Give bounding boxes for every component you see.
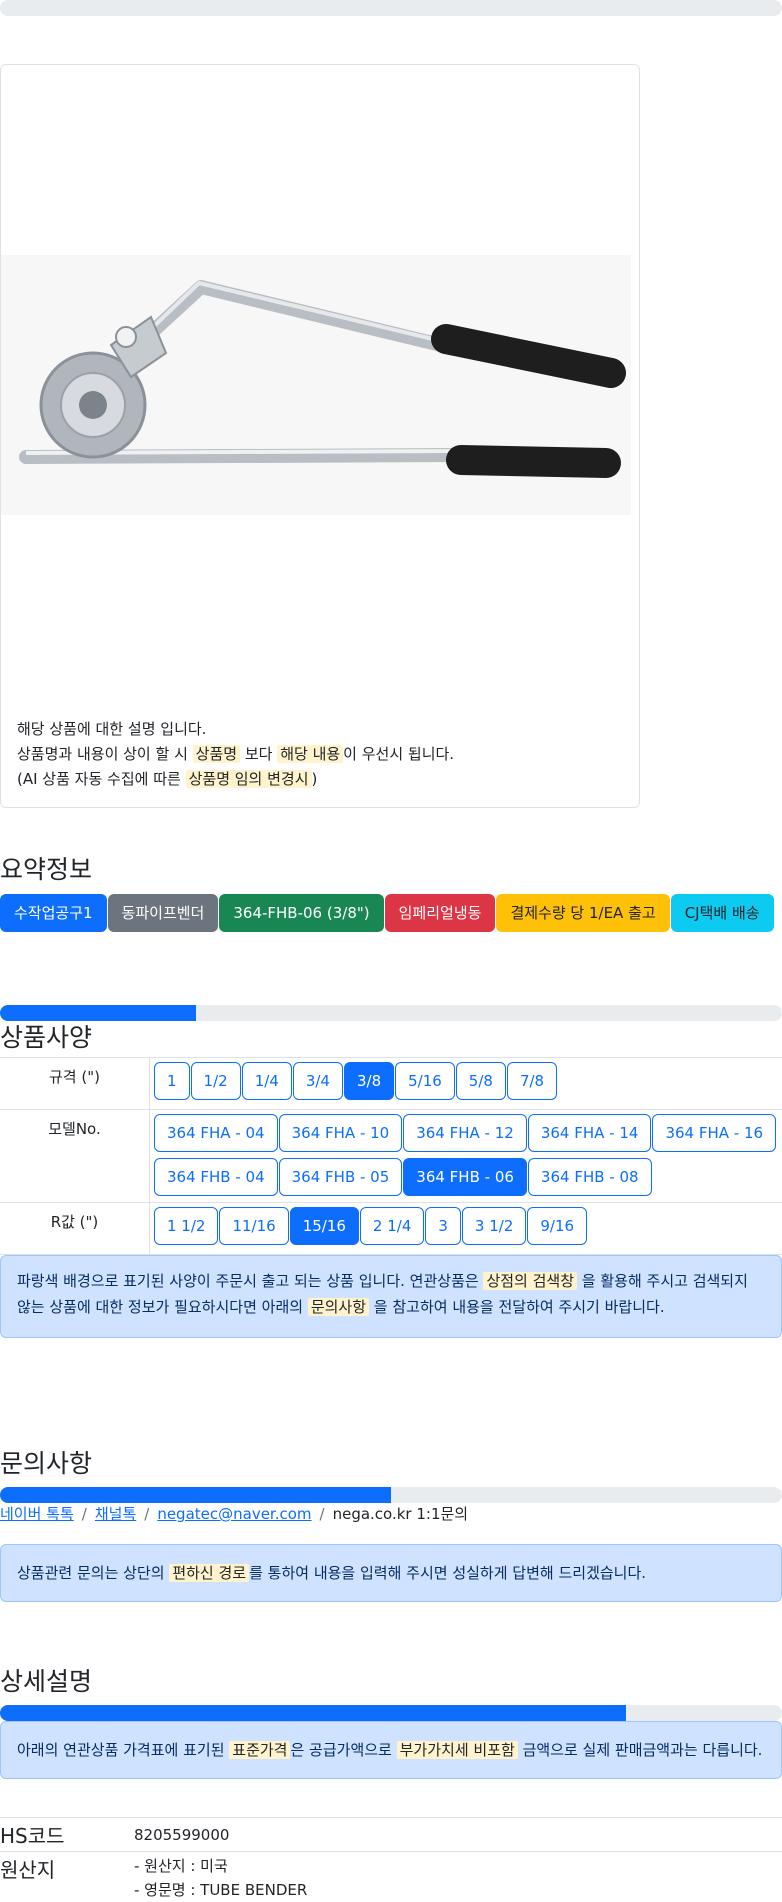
badge-type: 동파이프벤더	[107, 894, 219, 932]
option-model[interactable]: 364 FHA - 12	[403, 1114, 527, 1152]
highlight-standard-price: 표준가격	[229, 1741, 291, 1759]
spec-label-model: 모델No.	[0, 1110, 150, 1202]
notice-text: 상품관련 문의는 상단의	[17, 1564, 170, 1582]
option-size[interactable]: 5/8	[455, 1062, 506, 1100]
option-model-selected[interactable]: 364 FHB - 06	[403, 1158, 527, 1196]
hs-code-row: HS코드 8205599000	[0, 1817, 782, 1851]
origin-row: 원산지 - 원산지 : 미국 - 영문명 : TUBE BENDER	[0, 1851, 782, 1901]
option-model[interactable]: 364 FHA - 16	[652, 1114, 777, 1152]
spec-label-size: 규격 (")	[0, 1058, 150, 1109]
description-text: 해당 상품에 대한 설명 입니다.	[17, 720, 207, 738]
spec-options-model: 364 FHA - 04 364 FHA - 10 364 FHA - 12 3…	[150, 1110, 782, 1202]
spec-row-radius: R값 (") 1 1/2 11/16 15/16 2 1/4 3 3 1/2 9…	[0, 1203, 782, 1255]
specs-title: 상품사양	[0, 1023, 93, 1052]
highlight-inquiry: 문의사항	[307, 1298, 370, 1316]
notice-text: 금액으로 실제 판매금액과는 다릅니다.	[517, 1741, 763, 1759]
description-line-1: 해당 상품에 대한 설명 입니다.	[17, 717, 627, 742]
option-size[interactable]: 3/4	[292, 1062, 343, 1100]
option-model[interactable]: 364 FHB - 08	[527, 1158, 652, 1196]
option-size[interactable]: 1/4	[241, 1062, 292, 1100]
description-text: 상품명과 내용이 상이 할 시	[17, 745, 193, 763]
spec-row-size: 규격 (") 1 1/2 1/4 3/4 3/8 5/16 5/8 7/8	[0, 1058, 782, 1110]
option-model[interactable]: 364 FHB - 04	[154, 1158, 278, 1196]
separator: /	[81, 1505, 87, 1523]
detail-title: 상세설명	[0, 1667, 93, 1696]
option-size[interactable]: 7/8	[506, 1062, 558, 1100]
option-model[interactable]: 364 FHB - 05	[278, 1158, 403, 1196]
specs-notice: 파랑색 배경으로 표기된 사양이 주문시 출고 되는 상품 입니다. 연관상품은…	[0, 1255, 782, 1338]
highlight-route: 편하신 경로	[169, 1564, 250, 1582]
channel-talk-link[interactable]: 채널톡	[95, 1505, 136, 1523]
inquiry-progress	[0, 1487, 782, 1503]
email-link[interactable]: negatec@naver.com	[157, 1505, 311, 1523]
option-radius[interactable]: 11/16	[219, 1207, 289, 1245]
highlight-product-name: 상품명	[192, 745, 241, 763]
description-text: 이 우선시 됩니다.	[343, 745, 455, 763]
inquiry-breadcrumb: 네이버 톡톡 / 채널톡 / negatec@naver.com / nega.co.kr …	[0, 1503, 468, 1524]
notice-text: 아래의 연관상품 가격표에 표기된	[17, 1741, 230, 1759]
origin-country: - 원산지 : 미국	[134, 1857, 228, 1875]
badge-brand: 임페리얼냉동	[384, 894, 496, 932]
hs-code-value: 8205599000	[134, 1825, 230, 1844]
option-radius-selected[interactable]: 15/16	[289, 1207, 359, 1245]
spec-label-radius: R값 (")	[0, 1203, 150, 1254]
description-text: (AI 상품 자동 수집에 따른	[17, 770, 186, 788]
option-model[interactable]: 364 FHA - 04	[154, 1114, 278, 1152]
option-radius[interactable]: 3 1/2	[461, 1207, 527, 1245]
inquiry-progress-fill	[0, 1487, 391, 1503]
product-image	[1, 255, 631, 515]
description-text: )	[311, 770, 318, 788]
inquiry-notice: 상품관련 문의는 상단의 편하신 경로 를 통하여 내용을 입력해 주시면 성실하…	[0, 1544, 782, 1602]
product-card: 해당 상품에 대한 설명 입니다. 상품명과 내용이 상이 할 시 상품명 보다…	[0, 64, 640, 808]
highlight-vat: 부가가치세 비포함	[396, 1741, 518, 1759]
origin-english-name: - 영문명 : TUBE BENDER	[134, 1881, 308, 1899]
option-size[interactable]: 1	[154, 1062, 190, 1100]
option-radius[interactable]: 2 1/4	[359, 1207, 425, 1245]
highlight-content: 해당 내용	[277, 745, 344, 763]
product-description: 해당 상품에 대한 설명 입니다. 상품명과 내용이 상이 할 시 상품명 보다…	[17, 717, 627, 792]
notice-text: 파랑색 배경으로 표기된 사양이 주문시 출고 되는 상품 입니다. 연관상품은	[17, 1272, 484, 1290]
naver-talk-link[interactable]: 네이버 톡톡	[0, 1505, 74, 1523]
highlight-search: 상점의 검색창	[483, 1272, 578, 1290]
detail-progress-fill	[0, 1705, 626, 1721]
spec-row-model: 모델No. 364 FHA - 04 364 FHA - 10 364 FHA …	[0, 1110, 782, 1203]
specs-progress	[0, 1005, 782, 1021]
notice-text: 를 통하여 내용을 입력해 주시면 성실하게 답변해 드리겠습니다.	[249, 1564, 647, 1582]
option-radius[interactable]: 9/16	[527, 1207, 588, 1245]
option-radius[interactable]: 1 1/2	[154, 1207, 219, 1245]
description-line-2: 상품명과 내용이 상이 할 시 상품명 보다 해당 내용 이 우선시 됩니다.	[17, 742, 627, 767]
option-model[interactable]: 364 FHA - 14	[527, 1114, 652, 1152]
notice-text: 은 공급가액으로	[290, 1741, 397, 1759]
description-line-3: (AI 상품 자동 수집에 따른 상품명 임의 변경시)	[17, 767, 627, 792]
badge-quantity: 결제수량 당 1/EA 출고	[496, 894, 670, 932]
separator: /	[319, 1505, 325, 1523]
badge-category: 수작업공구1	[0, 894, 107, 932]
description-text: 보다	[240, 745, 278, 763]
option-size[interactable]: 1/2	[190, 1062, 241, 1100]
spec-options-size: 1 1/2 1/4 3/4 3/8 5/16 5/8 7/8	[150, 1058, 782, 1109]
detail-notice: 아래의 연관상품 가격표에 표기된 표준가격 은 공급가액으로 부가가치세 비포함…	[0, 1721, 782, 1779]
badge-shipping: CJ택배 배송	[670, 894, 774, 932]
spec-options-radius: 1 1/2 11/16 15/16 2 1/4 3 3 1/2 9/16	[150, 1203, 782, 1254]
spec-table: 규격 (") 1 1/2 1/4 3/4 3/8 5/16 5/8 7/8 모델…	[0, 1057, 782, 1255]
origin-values: - 원산지 : 미국 - 영문명 : TUBE BENDER	[134, 1854, 307, 1901]
notice-text: 을 참고하여 내용을 전달하여 주시기 바랍니다.	[369, 1298, 665, 1316]
option-size-selected[interactable]: 3/8	[343, 1062, 395, 1100]
summary-badges: 수작업공구1 동파이프벤더 364-FHB-06 (3/8") 임페리얼냉동 결…	[0, 894, 774, 932]
option-radius[interactable]: 3	[425, 1207, 461, 1245]
highlight-name-change: 상품명 임의 변경시	[185, 770, 312, 788]
hs-code-label: HS코드	[0, 1824, 65, 1848]
separator: /	[144, 1505, 150, 1523]
detail-progress	[0, 1705, 782, 1721]
summary-title: 요약정보	[0, 855, 93, 884]
option-model[interactable]: 364 FHA - 10	[278, 1114, 403, 1152]
option-size[interactable]: 5/16	[395, 1062, 455, 1100]
badge-model: 364-FHB-06 (3/8")	[219, 894, 384, 932]
site-inquiry-text: nega.co.kr 1:1문의	[332, 1505, 469, 1523]
top-progress-bar	[0, 0, 782, 16]
origin-label: 원산지	[0, 1858, 56, 1882]
inquiry-title: 문의사항	[0, 1449, 93, 1478]
